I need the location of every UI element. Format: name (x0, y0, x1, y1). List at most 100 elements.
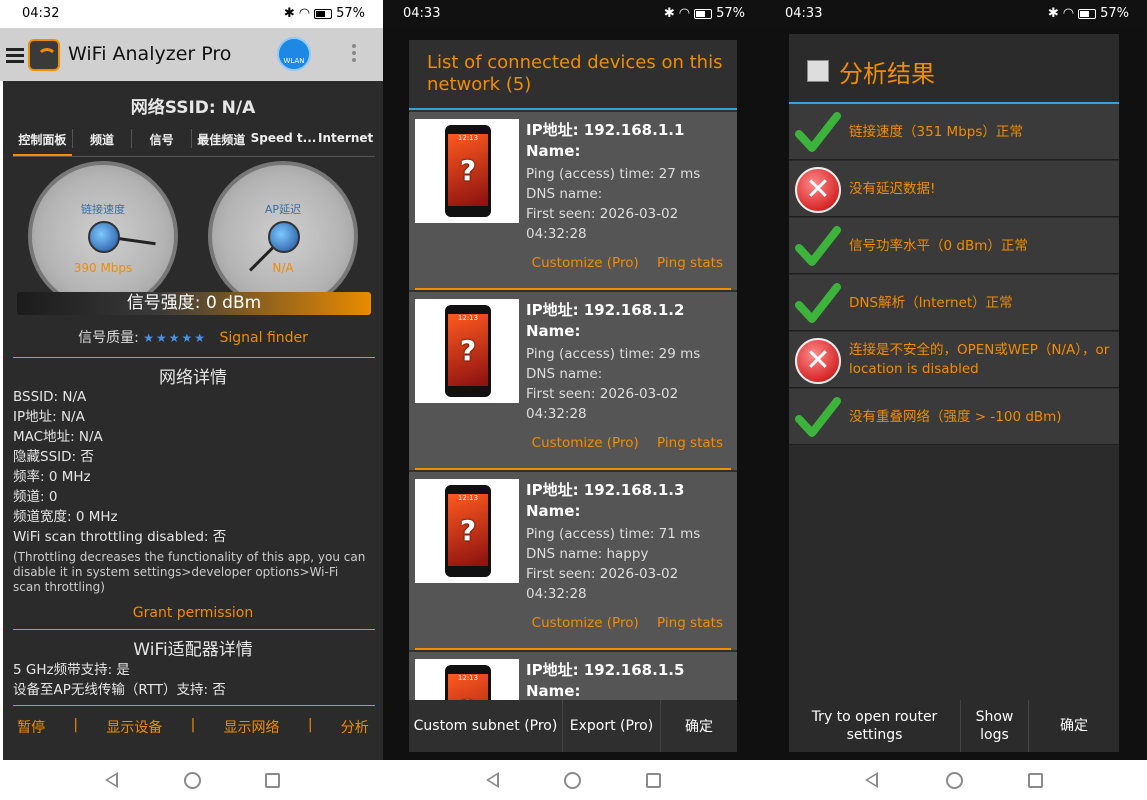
device-first-seen: First seen: 2026-03-02 (526, 566, 679, 582)
bluetooth-icon: ✱ (283, 6, 295, 21)
back-icon[interactable] (486, 772, 499, 788)
wlan-label: WLAN (283, 57, 305, 65)
detail-channel: 频道: 0 (13, 489, 58, 505)
customize-button[interactable]: Customize (Pro) (532, 255, 639, 271)
device-info: Ping (access) time: 27 ms DNS name: Firs… (526, 164, 700, 244)
customize-button[interactable]: Customize (Pro) (532, 615, 639, 631)
ping-stats-button[interactable]: Ping stats (657, 615, 723, 631)
device-first-seen: First seen: 2026-03-02 (526, 206, 679, 222)
tab-internet[interactable]: Internet (316, 121, 375, 156)
analysis-results-dialog: 分析结果 链接速度（351 Mbps）正常 ✕ 没有延迟数据! 信号功率水平（0… (789, 34, 1119, 752)
result-text: DNS解析（Internet）正常 (849, 294, 1013, 311)
ap-latency-label: AP延迟 (264, 203, 302, 216)
network-details: BSSID: N/A IP地址: N/A MAC地址: N/A 隐藏SSID: … (13, 387, 226, 547)
link-speed-label: 链接速度 (81, 203, 125, 216)
dialog-title: List of connected devices on this networ… (427, 52, 723, 95)
result-row: 信号功率水平（0 dBm）正常 (789, 218, 1119, 274)
home-icon[interactable] (946, 772, 963, 789)
open-router-settings-button[interactable]: Try to open router settings (789, 700, 961, 752)
detail-mac: MAC地址: N/A (13, 429, 103, 445)
tab-speed-test[interactable]: Speed t... (251, 121, 317, 156)
status-bar: 04:33 ✱ ◠ 57% (763, 0, 1147, 28)
globe-icon (268, 221, 300, 253)
device-dns: DNS name: happy (526, 546, 649, 562)
wifi-signal-icon: ◠ (1062, 6, 1075, 21)
analysis-icon (807, 60, 829, 82)
ok-button[interactable]: 确定 (1029, 700, 1119, 752)
result-text: 信号功率水平（0 dBm）正常 (849, 237, 1028, 254)
dialog-button-bar: Try to open router settings Show logs 确定 (789, 700, 1119, 752)
recent-apps-icon[interactable] (265, 773, 280, 788)
status-icons: ✱ ◠ 57% (664, 6, 745, 21)
divider (13, 629, 375, 630)
result-row: ✕ 连接是不安全的，OPEN或WEP（N/A），or location is d… (789, 332, 1119, 388)
home-icon[interactable] (184, 772, 201, 789)
customize-button[interactable]: Customize (Pro) (532, 435, 639, 451)
device-dns: DNS name: (526, 186, 603, 202)
tab-best-channel[interactable]: 最佳频道 (192, 121, 251, 156)
detail-ip: IP地址: N/A (13, 409, 85, 425)
device-first-seen-time: 04:32:28 (526, 586, 587, 602)
detail-throttling: WiFi scan throttling disabled: 否 (13, 529, 227, 545)
battery-percent: 57% (716, 6, 745, 21)
custom-subnet-button[interactable]: Custom subnet (Pro) (409, 700, 563, 752)
device-actions: Customize (Pro) Ping stats (518, 435, 723, 451)
list-item[interactable]: 12:13? IP地址: 192.168.1.3 Name: Ping (acc… (409, 472, 737, 650)
ok-button[interactable]: 确定 (661, 700, 737, 752)
device-first-seen-time: 04:32:28 (526, 226, 587, 242)
device-ip: IP地址: 192.168.1.1 (526, 121, 685, 139)
home-icon[interactable] (564, 772, 581, 789)
checkmark-icon (795, 112, 841, 152)
screen: 04:32 ✱ ◠ 57% WiFi Analyzer Pro WLAN 网络S… (0, 0, 383, 760)
analyze-button[interactable]: 分析 (341, 717, 369, 739)
wlan-icon[interactable]: WLAN (277, 37, 311, 71)
screen: 04:33 ✱ ◠ 57% 分析结果 链接速度（351 Mbps）正常 ✕ 没有… (763, 0, 1147, 760)
battery-percent: 57% (336, 6, 365, 21)
dashboard-content: 网络SSID: N/A 控制面板 频道 信号 最佳频道 Speed t... I… (3, 81, 383, 760)
show-devices-button[interactable]: 显示设备 (106, 717, 162, 739)
device-ping: Ping (access) time: 71 ms (526, 526, 701, 542)
dialog-title: 分析结果 (839, 60, 935, 88)
overflow-menu-icon[interactable] (352, 44, 356, 65)
adapter-details: 5 GHz频带支持: 是 设备至AP无线传输（RTT）支持: 否 (13, 660, 226, 700)
signal-quality-label: 信号质量: (78, 330, 139, 346)
battery-percent: 57% (1100, 6, 1129, 21)
signal-finder-link[interactable]: Signal finder (220, 330, 308, 346)
tab-signal[interactable]: 信号 (132, 121, 191, 156)
status-time: 04:32 (22, 6, 60, 21)
device-first-seen-time: 04:32:28 (526, 406, 587, 422)
pause-button[interactable]: 暂停 (17, 717, 45, 739)
list-item[interactable]: 12:13? IP地址: 192.168.1.2 Name: Ping (acc… (409, 292, 737, 470)
wifi-signal-icon: ◠ (678, 6, 691, 21)
export-button[interactable]: Export (Pro) (563, 700, 661, 752)
ping-stats-button[interactable]: Ping stats (657, 435, 723, 451)
tab-channel[interactable]: 频道 (73, 121, 132, 156)
divider (415, 468, 731, 470)
ping-stats-button[interactable]: Ping stats (657, 255, 723, 271)
show-networks-button[interactable]: 显示网络 (224, 717, 280, 739)
result-text: 连接是不安全的，OPEN或WEP（N/A），or location is dis… (849, 342, 1110, 377)
signal-strength-bar: 信号强度: 0 dBm (17, 292, 371, 315)
status-bar: 04:33 ✱ ◠ 57% (383, 0, 763, 28)
back-icon[interactable] (865, 772, 878, 788)
adapter-details-title: WiFi适配器详情 (133, 640, 253, 660)
detail-hidden-ssid: 隐藏SSID: 否 (13, 449, 94, 465)
device-ping: Ping (access) time: 27 ms (526, 166, 701, 182)
signal-quality-stars: ★★★★★ (143, 331, 208, 345)
checkmark-icon (795, 397, 841, 437)
back-icon[interactable] (105, 772, 118, 788)
recent-apps-icon[interactable] (646, 773, 661, 788)
list-item[interactable]: 12:13? IP地址: 192.168.1.1 Name: Ping (acc… (409, 112, 737, 290)
divider (13, 357, 375, 358)
grant-permission-link[interactable]: Grant permission (3, 605, 383, 621)
menu-icon[interactable] (6, 48, 24, 63)
tab-dashboard[interactable]: 控制面板 (13, 121, 72, 156)
show-logs-button[interactable]: Show logs (961, 700, 1029, 752)
result-row: ✕ 没有延迟数据! (789, 161, 1119, 217)
recent-apps-icon[interactable] (1028, 773, 1043, 788)
status-icons: ✱ ◠ 57% (1048, 6, 1129, 21)
device-image: 12:13? (415, 479, 519, 583)
result-text: 没有重叠网络（强度 > -100 dBm) (849, 408, 1062, 425)
result-text: 没有延迟数据! (849, 180, 936, 197)
nav-bar (383, 760, 763, 800)
